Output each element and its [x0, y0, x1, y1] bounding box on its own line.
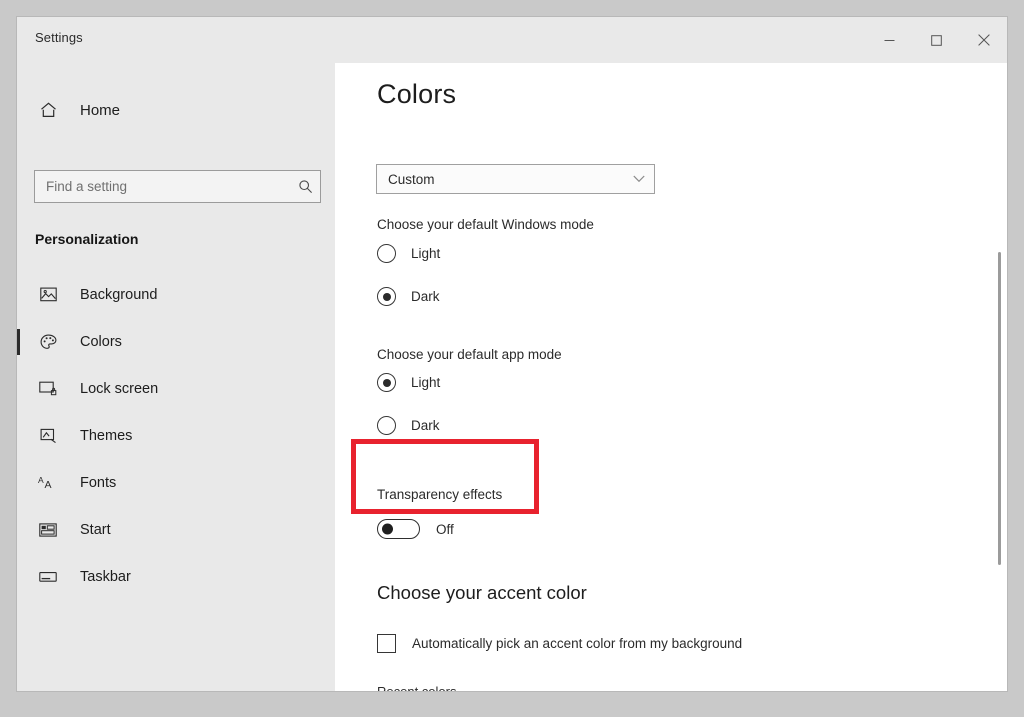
windows-mode-label: Choose your default Windows mode: [377, 217, 594, 232]
app-mode-label: Choose your default app mode: [377, 347, 562, 362]
app-mode-light-option[interactable]: Light: [377, 373, 440, 392]
toggle-switch-icon: [377, 519, 420, 539]
svg-text:A: A: [38, 475, 44, 485]
sidebar: Home Personalization: [17, 63, 335, 691]
sidebar-item-lock-screen[interactable]: Lock screen: [17, 365, 335, 412]
color-mode-value: Custom: [388, 171, 435, 187]
search-input[interactable]: [35, 179, 290, 194]
sidebar-item-label: Colors: [80, 333, 122, 350]
radio-icon: [377, 416, 396, 435]
sidebar-nav: Background Colors Lock screen Themes A A…: [17, 271, 335, 600]
sidebar-item-background[interactable]: Background: [17, 271, 335, 318]
auto-accent-label: Automatically pick an accent color from …: [412, 636, 743, 651]
window-caption-buttons: [866, 17, 1007, 63]
transparency-effects-toggle[interactable]: Off: [377, 519, 454, 539]
content-scrollbar[interactable]: [995, 109, 1005, 691]
window-title: Settings: [35, 30, 83, 45]
sidebar-item-fonts[interactable]: A A Fonts: [17, 459, 335, 506]
search-box[interactable]: [34, 170, 321, 203]
screenshot-backdrop: Settings Home Find a setting Personaliza…: [0, 0, 1024, 717]
auto-accent-checkbox-row[interactable]: Automatically pick an accent color from …: [377, 634, 742, 653]
start-tiles-icon: [37, 522, 59, 537]
minimize-icon: [884, 39, 895, 41]
sidebar-item-label: Lock screen: [80, 380, 159, 397]
scrollbar-thumb[interactable]: [998, 252, 1001, 565]
sidebar-item-taskbar[interactable]: Taskbar: [17, 553, 335, 600]
windows-mode-light-option[interactable]: Light: [377, 244, 440, 263]
recent-colors-label: Recent colors: [377, 684, 457, 692]
color-mode-dropdown[interactable]: Custom: [376, 164, 655, 194]
radio-label: Light: [411, 375, 441, 390]
settings-window: Settings Home Find a setting Personaliza…: [16, 16, 1008, 692]
title-bar: Settings: [17, 17, 1007, 63]
search-icon: [290, 179, 320, 194]
svg-text:A: A: [45, 479, 52, 490]
close-icon: [977, 34, 990, 46]
sidebar-item-label: Fonts: [80, 474, 117, 491]
maximize-icon: [931, 34, 942, 46]
windows-mode-dark-option[interactable]: Dark: [377, 287, 440, 306]
minimize-button[interactable]: [866, 17, 913, 63]
transparency-effects-label: Transparency effects: [377, 487, 503, 502]
sidebar-home-label: Home: [80, 101, 121, 119]
accent-color-heading: Choose your accent color: [377, 582, 587, 603]
app-mode-dark-option[interactable]: Dark: [377, 416, 440, 435]
radio-label: Dark: [411, 289, 440, 304]
sidebar-item-themes[interactable]: Themes: [17, 412, 335, 459]
sidebar-item-label: Themes: [80, 427, 133, 444]
sidebar-item-start[interactable]: Start: [17, 506, 335, 553]
radio-label: Dark: [411, 418, 440, 433]
fonts-icon: A A: [37, 475, 59, 490]
close-button[interactable]: [960, 17, 1007, 63]
home-icon: [37, 102, 59, 118]
sidebar-item-label: Taskbar: [80, 568, 131, 585]
page-title: Colors: [377, 79, 457, 109]
content-pane: Colors Custom Choose your default Window…: [335, 63, 1007, 691]
transparency-state-label: Off: [436, 521, 454, 537]
sidebar-item-home[interactable]: Home: [17, 90, 335, 130]
chevron-down-icon: [624, 175, 654, 183]
sidebar-item-colors[interactable]: Colors: [17, 318, 335, 365]
sidebar-section-title: Personalization: [35, 231, 139, 247]
sidebar-item-label: Start: [80, 521, 111, 538]
radio-icon: [377, 373, 396, 392]
radio-label: Light: [411, 246, 441, 261]
taskbar-icon: [37, 571, 59, 583]
radio-icon: [377, 244, 396, 263]
maximize-button[interactable]: [913, 17, 960, 63]
picture-icon: [37, 287, 59, 302]
themes-icon: [37, 428, 59, 444]
checkbox-icon: [377, 634, 396, 653]
radio-icon: [377, 287, 396, 306]
palette-icon: [37, 334, 59, 350]
lock-screen-icon: [37, 381, 59, 396]
sidebar-item-label: Background: [80, 286, 158, 303]
